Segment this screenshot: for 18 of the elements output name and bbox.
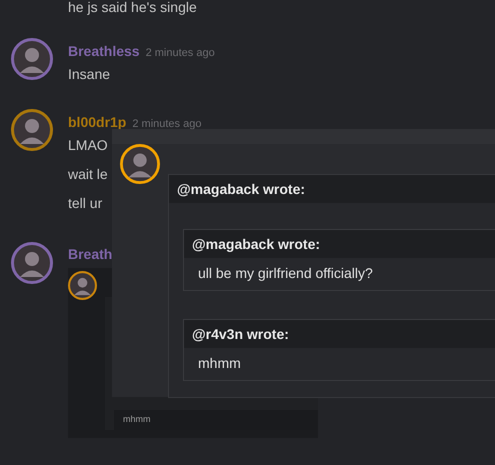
quote-author: @r4v3n wrote: [184,320,495,348]
quote-text: mhmm [197,354,242,373]
message-text: he js said he's single [68,0,198,16]
quote-text: ull be my girlfriend officially? [197,264,374,283]
message-text: mhmm [114,410,318,430]
message-text: Insane [68,65,112,83]
avatar [120,144,160,184]
timestamp: 2 minutes ago [132,118,202,130]
username[interactable]: bl00dr1p [68,114,126,130]
quote-author: @magaback wrote: [184,230,495,258]
quote-author: @magaback wrote: [169,175,495,203]
message-text: LMAO [68,136,109,154]
username[interactable]: Breathless [68,43,140,59]
timestamp: 2 minutes ago [146,47,215,59]
username[interactable]: Breath [68,246,112,262]
message-text: wait le [68,165,109,183]
avatar [68,271,97,300]
message-text: tell ur [68,194,104,212]
